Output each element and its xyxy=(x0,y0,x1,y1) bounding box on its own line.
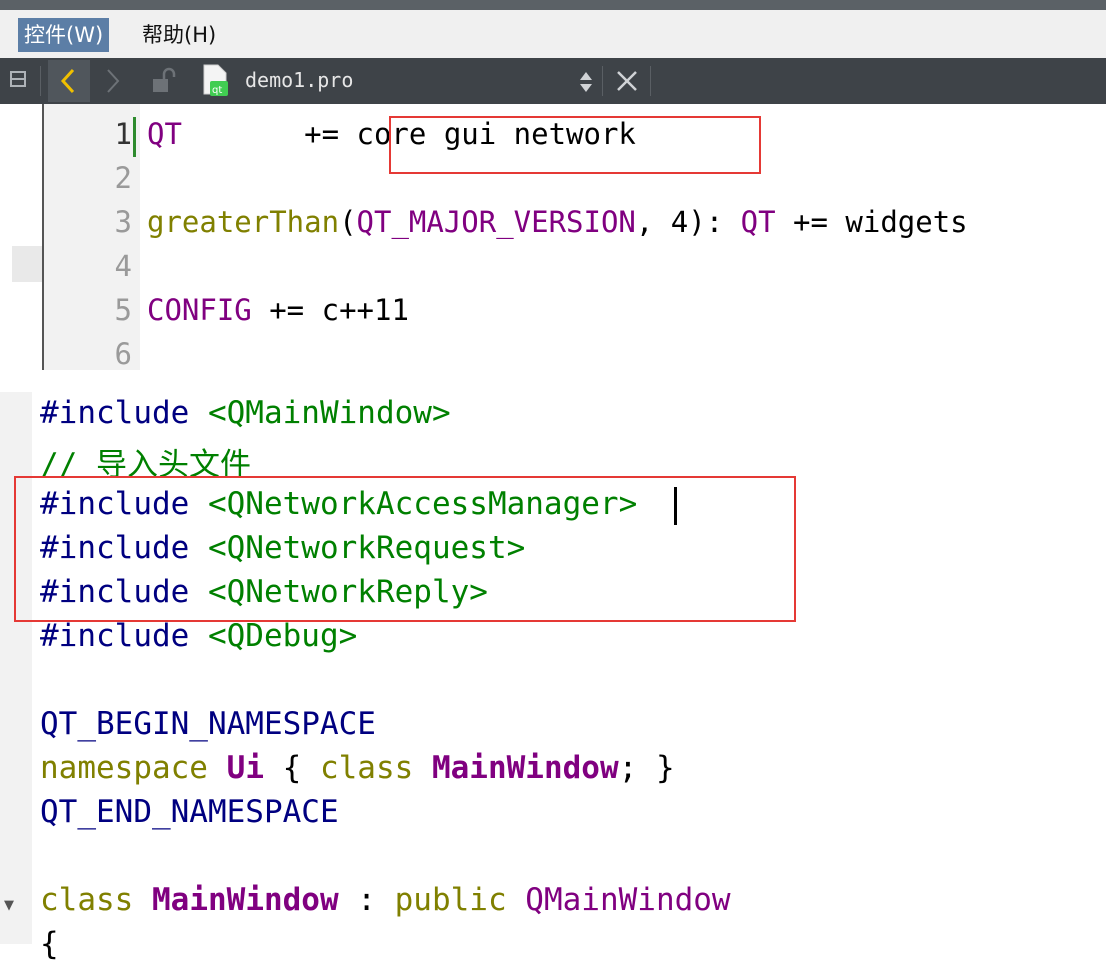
code-line: class MainWindow : public QMainWindow xyxy=(40,882,731,918)
code-token: QT xyxy=(740,205,776,239)
code-token: : xyxy=(338,882,395,918)
toolbar-separator xyxy=(602,66,603,96)
svg-text:qt: qt xyxy=(212,85,222,96)
highlight-box xyxy=(14,476,796,622)
code-token: ; } xyxy=(618,750,675,786)
split-icon[interactable] xyxy=(10,69,28,89)
forward-icon[interactable] xyxy=(98,60,130,102)
code-token: <QDebug> xyxy=(207,618,358,654)
line-number: 3 xyxy=(114,205,132,239)
code-line: CONFIG += c++11 xyxy=(147,293,409,327)
line-number: 4 xyxy=(114,249,132,283)
code-line: { xyxy=(40,926,59,962)
menu-bar: 控件(W) 帮助(H) xyxy=(0,10,1106,59)
line-number: 2 xyxy=(114,161,132,195)
code-line: #include <QMainWindow> xyxy=(40,395,451,431)
code-token: <QMainWindow> xyxy=(207,395,451,431)
code-token: += c++11 xyxy=(251,293,409,327)
code-token: QT_END_NAMESPACE xyxy=(40,794,339,830)
highlight-box xyxy=(389,116,761,174)
file-name[interactable]: demo1.pro xyxy=(245,68,353,92)
toolbar-separator xyxy=(650,66,651,96)
code-token: ( xyxy=(339,205,357,239)
window-top-border xyxy=(0,0,1106,10)
code-token: MainWindow xyxy=(431,750,619,786)
line-number: 1 xyxy=(114,117,132,151)
code-token: namespace xyxy=(40,750,208,786)
pro-file-editor[interactable]: 1 2 3 4 5 6 QT += core gui network great… xyxy=(0,104,1106,371)
menu-controls[interactable]: 控件(W) xyxy=(18,18,110,52)
toolbar-separator xyxy=(40,66,41,96)
cpp-header-editor[interactable]: #include <QMainWindow> // 导入头文件 #include… xyxy=(0,370,1106,962)
lock-icon[interactable] xyxy=(150,67,180,95)
code-token: QT_MAJOR_VERSION xyxy=(356,205,636,239)
line-number-gutter: 1 2 3 4 5 6 xyxy=(42,104,140,371)
code-line: namespace Ui { class MainWindow; } xyxy=(40,750,675,786)
code-line: greaterThan(QT_MAJOR_VERSION, 4): QT += … xyxy=(147,205,968,239)
code-line: QT_END_NAMESPACE xyxy=(40,794,339,830)
gutter-marker xyxy=(12,246,42,282)
code-token: public xyxy=(394,882,507,918)
code-token: , 4): xyxy=(635,205,741,239)
editor-toolbar: qt demo1.pro xyxy=(0,58,1106,104)
code-token: QT xyxy=(147,117,182,151)
updown-icon[interactable] xyxy=(576,70,596,94)
code-token: += widgets xyxy=(775,205,968,239)
fold-arrow-icon[interactable]: ▼ xyxy=(4,898,14,913)
back-icon[interactable] xyxy=(48,60,90,102)
current-line-indicator xyxy=(133,117,136,157)
qt-file-icon: qt xyxy=(202,64,230,98)
code-token: #include xyxy=(40,618,208,654)
code-token: class xyxy=(319,750,414,786)
code-token: greaterThan xyxy=(147,205,340,239)
code-line: #include <QDebug> xyxy=(40,618,357,654)
line-number: 6 xyxy=(114,337,132,371)
code-token: class xyxy=(40,882,134,918)
code-token: { xyxy=(263,750,320,786)
menu-help[interactable]: 帮助(H) xyxy=(136,18,222,52)
code-token: MainWindow xyxy=(152,882,339,918)
code-token: Ui xyxy=(226,750,264,786)
code-token: { xyxy=(40,926,59,962)
code-token: CONFIG xyxy=(147,293,252,327)
code-token: QMainWindow xyxy=(525,882,731,918)
close-icon[interactable] xyxy=(614,68,640,94)
code-line: QT_BEGIN_NAMESPACE xyxy=(40,706,376,742)
code-token: #include xyxy=(40,395,208,431)
fold-gutter xyxy=(0,392,32,944)
code-token: QT_BEGIN_NAMESPACE xyxy=(40,706,376,742)
line-number: 5 xyxy=(114,293,132,327)
